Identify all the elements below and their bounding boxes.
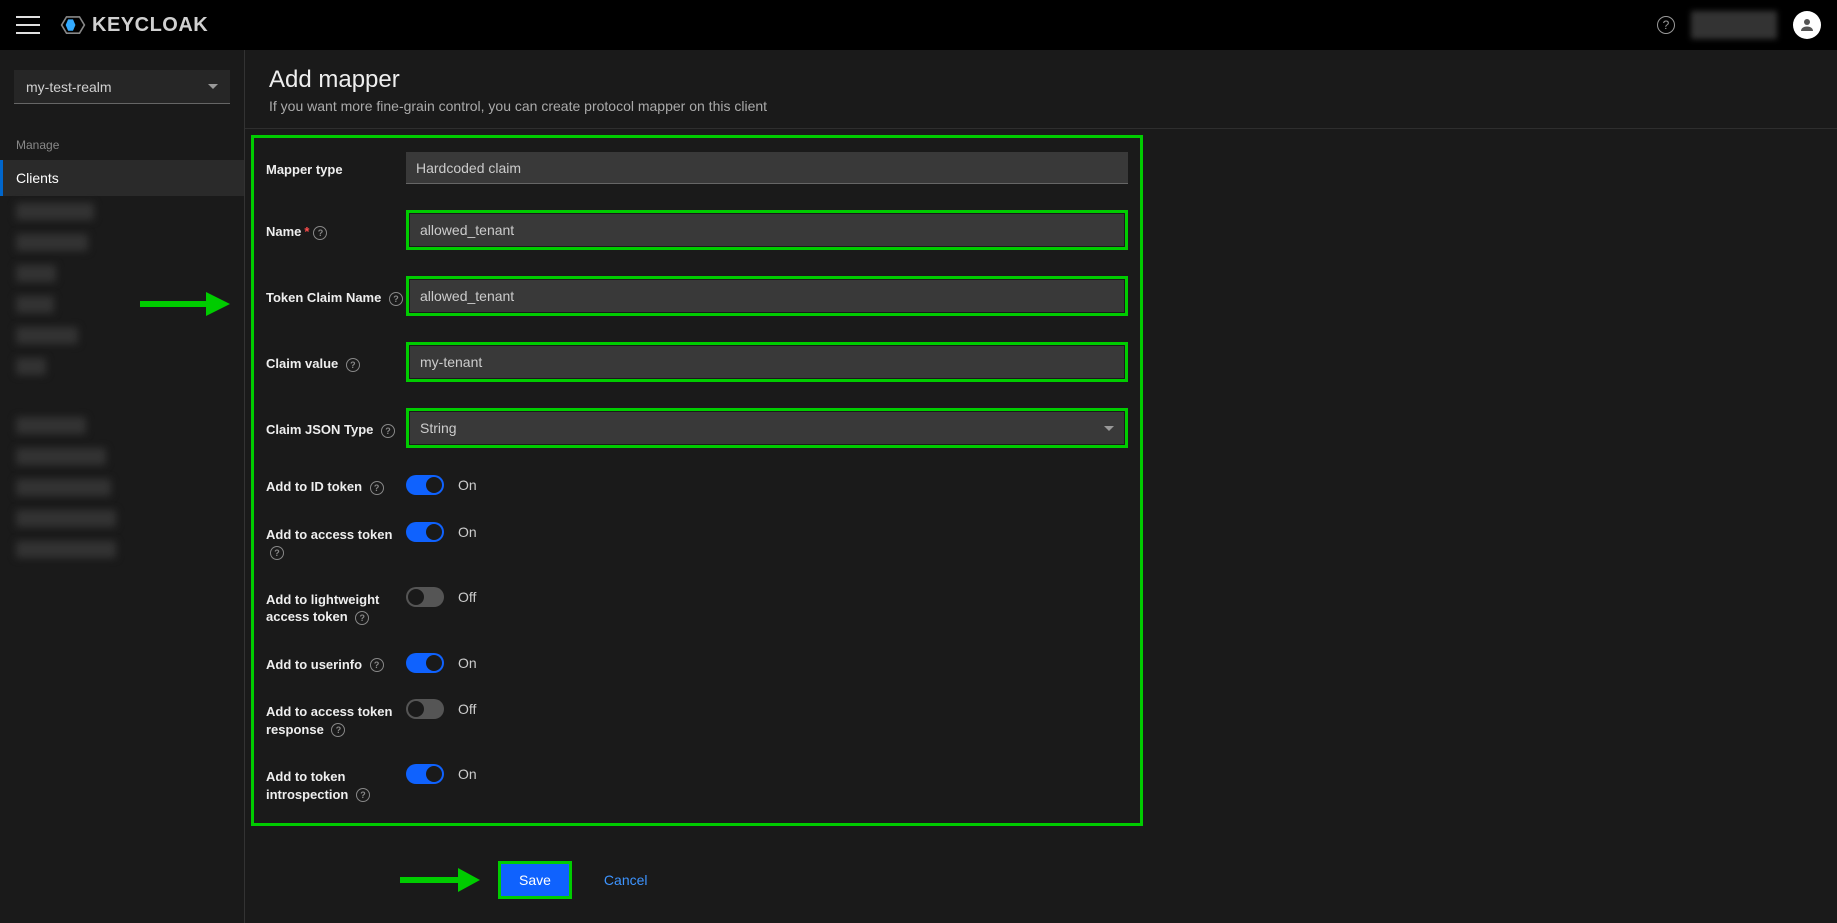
label-add-access-response: Add to access token response ? — [266, 699, 406, 738]
label-claim-value: Claim value ? — [266, 351, 406, 373]
save-button[interactable]: Save — [501, 864, 569, 896]
help-icon[interactable]: ? — [355, 611, 369, 625]
label-token-claim-name: Token Claim Name ? — [266, 285, 406, 307]
main-content: Add mapper If you want more fine-grain c… — [245, 50, 1837, 923]
annotation-arrow-save — [400, 868, 480, 892]
label-add-introspection: Add to token introspection ? — [266, 764, 406, 803]
help-icon[interactable]: ? — [370, 481, 384, 495]
sidebar-item-redacted[interactable] — [0, 320, 244, 351]
toggle-add-access-response[interactable] — [406, 699, 444, 719]
sidebar-item-redacted[interactable] — [0, 534, 244, 565]
toggle-add-id-token[interactable] — [406, 475, 444, 495]
annotation-arrow-sidebar — [140, 292, 230, 316]
toggle-add-lightweight[interactable] — [406, 587, 444, 607]
toggle-state: Off — [458, 701, 476, 717]
help-icon[interactable]: ? — [381, 424, 395, 438]
help-icon[interactable]: ? — [270, 546, 284, 560]
label-mapper-type: Mapper type — [266, 157, 406, 179]
label-add-id-token: Add to ID token ? — [266, 474, 406, 496]
sidebar-section-manage: Manage — [0, 114, 244, 160]
page-subtitle: If you want more fine-grain control, you… — [269, 98, 1813, 114]
label-name: Name*? — [266, 219, 406, 241]
chevron-down-icon — [1104, 426, 1114, 431]
sidebar-item-redacted[interactable] — [0, 258, 244, 289]
cancel-button[interactable]: Cancel — [604, 872, 648, 888]
sidebar-item-redacted[interactable] — [0, 410, 244, 441]
user-avatar[interactable] — [1793, 11, 1821, 39]
toggle-state: Off — [458, 589, 476, 605]
sidebar-item-redacted[interactable] — [0, 196, 244, 227]
help-icon[interactable]: ? — [370, 658, 384, 672]
label-claim-json-type: Claim JSON Type ? — [266, 417, 406, 439]
toggle-add-introspection[interactable] — [406, 764, 444, 784]
select-claim-json-type[interactable]: String — [410, 412, 1124, 444]
app-logo[interactable]: KEYCLOAK — [60, 12, 208, 38]
toggle-state: On — [458, 477, 477, 493]
avatar-icon — [1798, 16, 1816, 34]
help-icon[interactable]: ? — [1657, 16, 1675, 34]
label-add-userinfo: Add to userinfo ? — [266, 652, 406, 674]
sidebar-item-redacted[interactable] — [0, 441, 244, 472]
toggle-state: On — [458, 766, 477, 782]
toggle-add-userinfo[interactable] — [406, 653, 444, 673]
header-redacted-item — [1691, 11, 1777, 39]
input-claim-value[interactable] — [410, 346, 1124, 378]
realm-selector[interactable]: my-test-realm — [14, 70, 230, 104]
sidebar-item-redacted[interactable] — [0, 472, 244, 503]
help-icon[interactable]: ? — [346, 358, 360, 372]
help-icon[interactable]: ? — [331, 723, 345, 737]
realm-selected-value: my-test-realm — [26, 79, 112, 95]
sidebar-item-redacted[interactable] — [0, 503, 244, 534]
label-add-access-token: Add to access token ? — [266, 522, 406, 561]
sidebar: my-test-realm Manage Clients — [0, 50, 245, 923]
help-icon[interactable]: ? — [389, 292, 403, 306]
mapper-form-area: Mapper type Hardcoded claim Name*? — [251, 135, 1143, 826]
chevron-down-icon — [208, 84, 218, 89]
input-token-claim-name[interactable] — [410, 280, 1124, 312]
input-name[interactable] — [410, 214, 1124, 246]
app-name: KEYCLOAK — [92, 14, 208, 37]
help-icon[interactable]: ? — [356, 788, 370, 802]
help-icon[interactable]: ? — [313, 226, 327, 240]
sidebar-item-redacted[interactable] — [0, 351, 244, 382]
menu-toggle-icon[interactable] — [16, 16, 40, 34]
keycloak-logo-icon — [60, 12, 86, 38]
field-mapper-type: Hardcoded claim — [406, 152, 1128, 184]
form-actions: Save Cancel — [400, 826, 1837, 923]
sidebar-item-redacted[interactable] — [0, 227, 244, 258]
toggle-state: On — [458, 655, 477, 671]
sidebar-item-clients[interactable]: Clients — [0, 160, 244, 196]
toggle-state: On — [458, 524, 477, 540]
header-bar: KEYCLOAK ? — [0, 0, 1837, 50]
label-add-lightweight: Add to lightweight access token ? — [266, 587, 406, 626]
toggle-add-access-token[interactable] — [406, 522, 444, 542]
page-title: Add mapper — [269, 66, 1813, 94]
